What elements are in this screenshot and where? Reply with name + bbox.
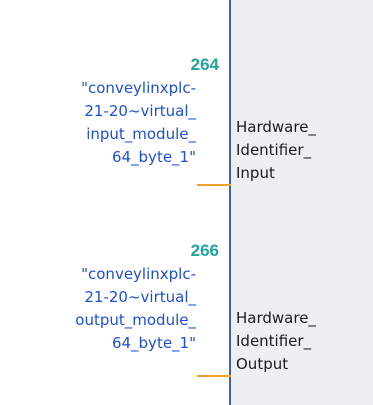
parameter-tag-line: "conveylinxplc- bbox=[81, 79, 196, 97]
pin-label-hardware-identifier-input: Hardware_ Identifier_ Input bbox=[236, 116, 316, 185]
parameter-address: 264 bbox=[190, 55, 219, 74]
connection-wire[interactable] bbox=[197, 184, 231, 186]
parameter-tag-line: "conveylinxplc- bbox=[81, 265, 196, 283]
pin-label-line: Identifier_ bbox=[236, 141, 312, 159]
pin-label-hardware-identifier-output: Hardware_ Identifier_ Output bbox=[236, 307, 316, 376]
parameter-tag-line: 64_byte_1" bbox=[111, 148, 196, 166]
parameter-tag-line: input_module_ bbox=[86, 125, 196, 143]
parameter-tag-line: 64_byte_1" bbox=[111, 334, 196, 352]
pin-label-line: Identifier_ bbox=[236, 332, 312, 350]
pin-label-line: Hardware_ bbox=[236, 309, 316, 327]
parameter-tag-line: output_module_ bbox=[75, 311, 196, 329]
pin-label-line: Hardware_ bbox=[236, 118, 316, 136]
parameter-tag-line: 21-20~virtual_ bbox=[84, 288, 196, 306]
parameter-address: 266 bbox=[190, 241, 219, 260]
hw-identifier-output-actual-parameter[interactable]: 266 "conveylinxplc- 21-20~virtual_ outpu… bbox=[29, 239, 229, 355]
pin-label-line: Input bbox=[236, 164, 275, 182]
parameter-tag-line: 21-20~virtual_ bbox=[84, 102, 196, 120]
connection-wire[interactable] bbox=[197, 375, 231, 377]
hw-identifier-input-actual-parameter[interactable]: 264 "conveylinxplc- 21-20~virtual_ input… bbox=[29, 53, 229, 169]
pin-label-line: Output bbox=[236, 355, 289, 373]
